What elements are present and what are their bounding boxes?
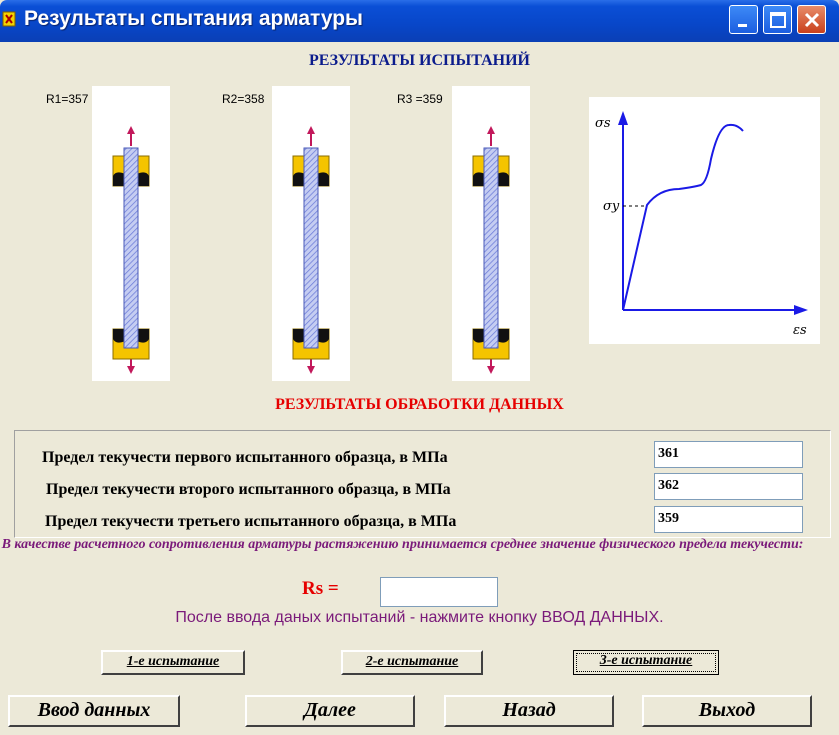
window-title: Результаты спытания арматуры xyxy=(24,7,363,30)
row-label-3: Предел текучести третьего испытанного об… xyxy=(45,513,457,530)
specimen-2-label: R2=358 xyxy=(222,92,265,106)
test-1-button[interactable]: 1-е испытание xyxy=(101,650,245,675)
yield-label: σy xyxy=(603,199,620,214)
processing-header: РЕЗУЛЬТАТЫ ОБРАБОТКИ ДАННЫХ xyxy=(275,396,564,413)
value-field-3[interactable]: 359 xyxy=(654,506,803,533)
value-field-2[interactable]: 362 xyxy=(654,473,803,500)
rs-input[interactable] xyxy=(380,577,498,607)
specimen-3-image xyxy=(452,86,530,381)
rs-label: Rs = xyxy=(302,578,339,599)
note-text: В качестве расчетного сопротивления арма… xyxy=(1,537,804,552)
close-button[interactable] xyxy=(797,5,826,34)
test-3-button[interactable]: 3-е испытание xyxy=(573,650,719,675)
x-axis-label: εs xyxy=(793,323,807,338)
test-2-button[interactable]: 2-е испытание xyxy=(341,650,483,675)
next-button[interactable]: Далее xyxy=(245,695,415,727)
app-icon xyxy=(2,11,16,27)
exit-button[interactable]: Выход xyxy=(642,695,812,727)
enter-data-button[interactable]: Ввод данных xyxy=(8,695,180,727)
title-bar: Результаты спытания арматуры xyxy=(0,0,839,42)
minimize-button[interactable] xyxy=(729,5,758,34)
maximize-button[interactable] xyxy=(763,5,792,34)
specimen-2-image xyxy=(272,86,350,381)
close-icon xyxy=(804,12,820,28)
row-label-2: Предел текучести второго испытанного обр… xyxy=(46,481,451,498)
results-header: РЕЗУЛЬТАТЫ ИСПЫТАНИЙ xyxy=(309,52,530,69)
value-field-1[interactable]: 361 xyxy=(654,441,803,468)
specimen-3-label: R3 =359 xyxy=(397,92,443,106)
row-label-1: Предел текучести первого испытанного обр… xyxy=(42,449,448,466)
maximize-icon xyxy=(770,12,786,28)
stress-strain-diagram: σs σy εs xyxy=(589,97,820,344)
specimen-1-label: R1=357 xyxy=(46,92,89,106)
back-button[interactable]: Назад xyxy=(444,695,614,727)
y-axis-label: σs xyxy=(595,116,611,131)
hint-text: После ввода даных испытаний - нажмите кн… xyxy=(175,609,664,626)
minimize-icon xyxy=(738,24,747,27)
specimen-1-image xyxy=(92,86,170,381)
